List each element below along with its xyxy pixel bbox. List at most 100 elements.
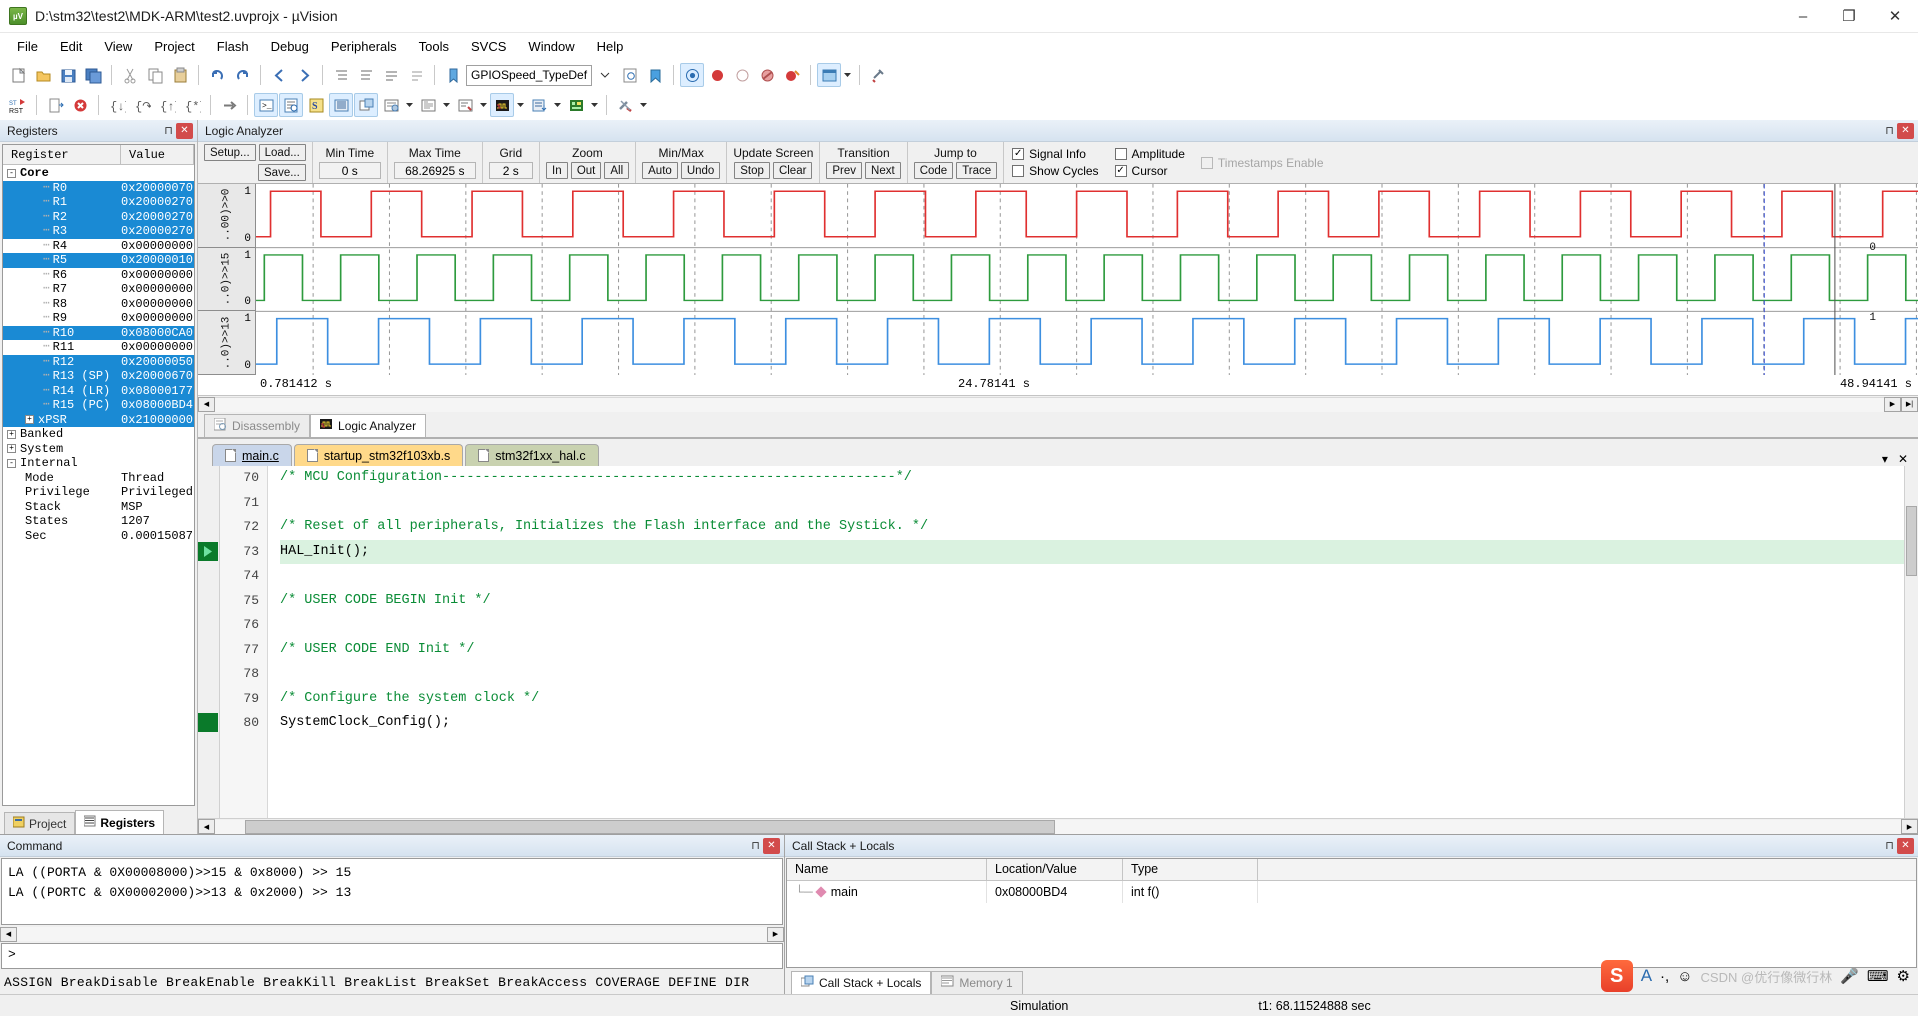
editor-vscroll-thumb[interactable] bbox=[1906, 506, 1917, 576]
column-header-type[interactable]: Type bbox=[1123, 859, 1258, 880]
max-time-value[interactable]: 68.26925 s bbox=[393, 162, 476, 179]
register-row[interactable]: Stack MSP bbox=[3, 500, 194, 515]
code-line[interactable] bbox=[280, 613, 1904, 638]
menu-item-view[interactable]: View bbox=[93, 35, 143, 58]
symbol-combo-arrow[interactable] bbox=[593, 63, 617, 87]
pin-icon[interactable]: ⊓ bbox=[1882, 123, 1897, 139]
breakpoint-cell[interactable] bbox=[198, 638, 219, 663]
trace-window-icon[interactable] bbox=[527, 93, 551, 117]
memory-dropdown-icon[interactable] bbox=[441, 93, 452, 117]
bookmark-icon[interactable] bbox=[441, 63, 465, 87]
menu-item-edit[interactable]: Edit bbox=[49, 35, 93, 58]
signal-info-checkbox-row[interactable]: ✓ Signal Info bbox=[1012, 147, 1098, 161]
register-row[interactable]: - Internal bbox=[3, 456, 194, 471]
command-output[interactable]: LA ((PORTA & 0X00008000)>>15 & 0x8000) >… bbox=[1, 858, 783, 925]
code-line[interactable]: /* Configure the system clock */ bbox=[280, 687, 1904, 712]
window-layout-dropdown-icon[interactable] bbox=[842, 63, 853, 87]
callstack-table[interactable]: Name Location/Value Type └─ main 0x08000BD… bbox=[786, 858, 1917, 968]
maximize-button[interactable]: ❐ bbox=[1826, 0, 1872, 33]
zoom-all-button[interactable]: All bbox=[604, 162, 630, 179]
menu-item-file[interactable]: File bbox=[6, 35, 49, 58]
minmax-auto-button[interactable]: Auto bbox=[642, 162, 678, 179]
cursor-checkbox[interactable]: ✓ bbox=[1114, 165, 1127, 177]
column-header-value[interactable]: Value bbox=[121, 145, 194, 164]
disassembly-window-icon[interactable] bbox=[279, 93, 303, 117]
system-viewer-icon[interactable] bbox=[564, 93, 588, 117]
jump-trace-button[interactable]: Trace bbox=[956, 162, 998, 179]
scroll-left-arrow-icon[interactable]: ◀ bbox=[198, 396, 215, 412]
register-row[interactable]: ⋯ R13 (SP) 0x20000670 bbox=[3, 369, 194, 384]
register-row[interactable]: - Core bbox=[3, 166, 194, 181]
step-over-icon[interactable]: {↷} bbox=[130, 93, 154, 117]
scroll-end-icon[interactable]: ▶| bbox=[1901, 396, 1918, 412]
tools-icon[interactable] bbox=[613, 93, 637, 117]
waveform-canvas[interactable]: 011 bbox=[256, 184, 1918, 375]
menu-item-flash[interactable]: Flash bbox=[206, 35, 260, 58]
editor-tab-close-icon[interactable]: ✕ bbox=[1898, 452, 1908, 466]
step-out-icon[interactable]: {↑} bbox=[155, 93, 179, 117]
show-cycles-checkbox[interactable] bbox=[1012, 165, 1025, 177]
save-all-icon[interactable] bbox=[81, 63, 105, 87]
register-row[interactable]: ⋯ R6 0x00000000 bbox=[3, 268, 194, 283]
command-close-icon[interactable]: ✕ bbox=[763, 837, 780, 854]
register-row[interactable]: ⋯ R5 0x20000010 bbox=[3, 253, 194, 268]
register-row[interactable]: ⋯ R4 0x00000000 bbox=[3, 239, 194, 254]
register-row[interactable]: ⋯ R12 0x20000050 bbox=[3, 354, 194, 369]
breakpoint-cell[interactable] bbox=[198, 662, 219, 687]
jump-code-button[interactable]: Code bbox=[913, 162, 954, 179]
editor-scroll-right-icon[interactable]: ▶ bbox=[1901, 819, 1918, 834]
menu-item-svcs[interactable]: SVCS bbox=[460, 35, 517, 58]
input-method-icon[interactable]: A bbox=[1641, 966, 1652, 986]
transition-prev-button[interactable]: Prev bbox=[826, 162, 863, 179]
breakpoint-cell[interactable] bbox=[198, 589, 219, 614]
register-row[interactable]: + Banked bbox=[3, 427, 194, 442]
min-time-value[interactable]: 0 s bbox=[318, 162, 381, 179]
logic-analyzer-hscrollbar[interactable]: ◀ ▶ ▶| bbox=[198, 395, 1918, 412]
column-header-register[interactable]: Register bbox=[3, 145, 121, 164]
register-row[interactable]: ⋯ R2 0x20000270 bbox=[3, 209, 194, 224]
menu-item-project[interactable]: Project bbox=[143, 35, 205, 58]
symbols-window-icon[interactable]: S bbox=[304, 93, 328, 117]
register-row[interactable]: ⋯ R10 0x08000CA0 bbox=[3, 325, 194, 340]
register-row[interactable]: ⋯ R8 0x00000000 bbox=[3, 297, 194, 312]
editor-tab-startup_stm32f103xb-s[interactable]: startup_stm32f103xb.s bbox=[293, 444, 464, 466]
watch-dropdown-icon[interactable] bbox=[404, 93, 415, 117]
step-into-icon[interactable]: {↓} bbox=[105, 93, 129, 117]
breakpoint-cell[interactable] bbox=[198, 491, 219, 516]
breakpoint-cell[interactable] bbox=[198, 564, 219, 589]
register-row[interactable]: ⋯ R14 (LR) 0x08000177 bbox=[3, 383, 194, 398]
la-dock-tab-disassembly[interactable]: Disassembly bbox=[204, 414, 311, 437]
indent-icon[interactable] bbox=[329, 63, 353, 87]
breakpoint-cell[interactable] bbox=[198, 613, 219, 638]
editor-text-area[interactable]: 70 71 72 73 74 75 76 77 78 79 80 /* MCU Configurat… bbox=[198, 466, 1918, 818]
show-next-statement-icon[interactable] bbox=[217, 93, 241, 117]
load-button[interactable]: Load... bbox=[258, 144, 306, 161]
dock-tab-registers[interactable]: Registers bbox=[75, 810, 165, 834]
editor-tab-list-icon[interactable]: ▾ bbox=[1882, 452, 1888, 466]
editor-scroll-left-icon[interactable]: ◀ bbox=[198, 819, 215, 834]
editor-tab-stm32f1xx_hal-c[interactable]: stm32f1xx_hal.c bbox=[465, 444, 599, 466]
registers-tree[interactable]: Register Value - Core ⋯ R0 0x20000070 ⋯ R1 0x20… bbox=[2, 144, 195, 806]
scroll-track[interactable] bbox=[215, 396, 1884, 412]
settings-icon[interactable]: ⚙ bbox=[1897, 967, 1910, 985]
emoji-icon[interactable]: ☺ bbox=[1677, 968, 1692, 985]
column-header-location[interactable]: Location/Value bbox=[987, 859, 1123, 880]
menu-item-debug[interactable]: Debug bbox=[260, 35, 320, 58]
menu-item-window[interactable]: Window bbox=[517, 35, 585, 58]
serial-dropdown-icon[interactable] bbox=[478, 93, 489, 117]
update-stop-button[interactable]: Stop bbox=[734, 162, 770, 179]
cursor-checkbox-row[interactable]: ✓ Cursor bbox=[1114, 164, 1185, 178]
run-to-line-icon[interactable]: {*} bbox=[180, 93, 204, 117]
minimize-button[interactable]: – bbox=[1780, 0, 1826, 33]
signal-label-0[interactable]: 1 ..00)>>0 0 bbox=[198, 184, 255, 248]
kill-breakpoints-icon[interactable] bbox=[780, 63, 804, 87]
timestamps-checkbox-row[interactable]: Timestamps Enable bbox=[1200, 156, 1324, 170]
signal-info-checkbox[interactable]: ✓ bbox=[1012, 148, 1025, 160]
watch-window-icon[interactable] bbox=[379, 93, 403, 117]
callstack-row[interactable]: └─ main 0x08000BD4 int f() bbox=[787, 881, 1916, 903]
register-row[interactable]: ⋯ R7 0x00000000 bbox=[3, 282, 194, 297]
command-hscrollbar[interactable]: ◀ ▶ bbox=[0, 926, 784, 942]
register-row[interactable]: Mode Thread bbox=[3, 471, 194, 486]
code-line[interactable]: /* USER CODE BEGIN Init */ bbox=[280, 589, 1904, 614]
redo-icon[interactable] bbox=[230, 63, 254, 87]
